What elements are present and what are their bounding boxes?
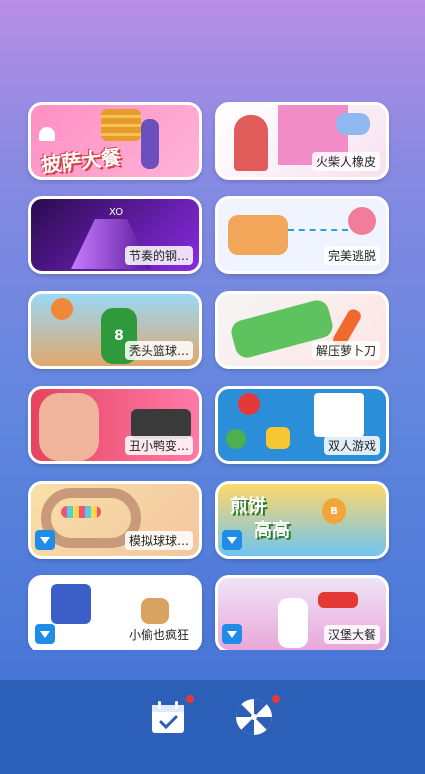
tictactoe-icon xyxy=(314,393,364,437)
game-card-two[interactable]: 双人游戏 xyxy=(215,386,389,464)
download-button[interactable] xyxy=(35,624,55,644)
game-card-pizza[interactable]: 披萨大餐 xyxy=(28,102,202,180)
chef-hat-icon xyxy=(39,127,55,141)
red-button-icon xyxy=(238,393,260,415)
download-arrow-icon xyxy=(227,630,237,638)
download-button[interactable] xyxy=(35,530,55,550)
calendar-check-icon xyxy=(152,701,184,733)
game-card-bald[interactable]: 8 秃头篮球… xyxy=(28,291,202,369)
game-card-escape[interactable]: 完美逃脱 xyxy=(215,196,389,274)
card-label-two: 双人游戏 xyxy=(323,436,380,455)
makeup-tools-icon xyxy=(131,409,191,439)
eraser-icon xyxy=(336,113,370,135)
card-label-thief: 小偷也疯狂 xyxy=(124,625,193,644)
game-grid: 披萨大餐 火柴人橡皮 XO 节奏的钢… 完美逃脱 8 秃头篮球… 解压萝卜刀 丑… xyxy=(0,0,425,650)
card-label-matchman: 火柴人橡皮 xyxy=(311,152,380,171)
dotted-path-icon xyxy=(288,229,348,233)
download-arrow-icon xyxy=(40,630,50,638)
card-label-bald: 秃头篮球… xyxy=(124,341,193,360)
card-label-carrot: 解压萝卜刀 xyxy=(311,341,380,360)
card-label-piano: 节奏的钢… xyxy=(124,246,193,265)
pizza-stack-icon xyxy=(101,109,141,141)
card-label-duck: 丑小鸭变… xyxy=(124,436,193,455)
mask-icon xyxy=(348,207,376,235)
crown-figure-icon: B xyxy=(322,498,346,524)
card-title-pancake-top: 煎饼 xyxy=(230,496,266,517)
stickman-icon xyxy=(51,584,91,624)
game-card-matchman[interactable]: 火柴人橡皮 xyxy=(215,102,389,180)
card-title-pancake-bottom: 高高 xyxy=(254,520,290,541)
wheel-tab-button[interactable] xyxy=(234,695,280,741)
chef-figure-icon xyxy=(278,598,308,648)
game-card-piano[interactable]: XO 节奏的钢… xyxy=(28,196,202,274)
basketball-icon xyxy=(51,298,73,320)
card-label-burger: 汉堡大餐 xyxy=(323,625,380,644)
game-card-duck[interactable]: 丑小鸭变… xyxy=(28,386,202,464)
card-label-escape: 完美逃脱 xyxy=(323,246,380,265)
woman-figure-icon xyxy=(234,115,268,171)
game-card-ball[interactable]: 模拟球球… xyxy=(28,481,202,559)
burger-gun-icon xyxy=(318,592,358,608)
game-card-thief[interactable]: 小偷也疯狂 xyxy=(28,575,202,650)
people-group-icon xyxy=(228,215,288,255)
game-card-carrot[interactable]: 解压萝卜刀 xyxy=(215,291,389,369)
robot-icon xyxy=(266,427,290,449)
game-card-burger[interactable]: 汉堡大餐 xyxy=(215,575,389,650)
green-button-icon xyxy=(226,429,246,449)
bottom-tab-bar xyxy=(0,680,425,774)
notification-dot xyxy=(272,695,280,703)
piano-note-label: XO xyxy=(109,207,124,218)
download-button[interactable] xyxy=(222,530,242,550)
card-title-pizza: 披萨大餐 xyxy=(40,144,123,178)
dog-icon xyxy=(141,598,169,624)
card-label-ball: 模拟球球… xyxy=(124,531,193,550)
download-arrow-icon xyxy=(40,536,50,544)
download-button[interactable] xyxy=(222,624,242,644)
girl-figure-icon xyxy=(141,119,159,169)
calendar-tab-button[interactable] xyxy=(148,695,194,741)
pinwheel-icon xyxy=(236,699,272,735)
balls-icon xyxy=(61,506,101,518)
download-arrow-icon xyxy=(227,536,237,544)
game-card-pancake[interactable]: 煎饼 高高 B xyxy=(215,481,389,559)
girl-face-icon xyxy=(39,393,99,461)
notification-dot xyxy=(186,695,194,703)
